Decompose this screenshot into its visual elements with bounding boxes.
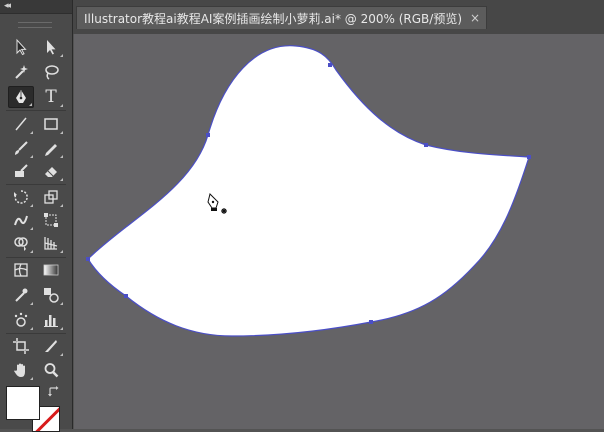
- mesh-tool[interactable]: [8, 259, 34, 281]
- shape-builder-icon: [14, 237, 28, 251]
- blob-brush-tool[interactable]: [8, 160, 34, 182]
- artboard-tool[interactable]: [8, 335, 34, 357]
- type-icon: T: [45, 87, 57, 107]
- magic-wand-tool[interactable]: [8, 61, 34, 83]
- eraser-tool[interactable]: [38, 160, 64, 182]
- warp-tool[interactable]: [8, 209, 34, 231]
- artwork-layer: [86, 45, 531, 337]
- warp-icon: [14, 215, 28, 226]
- selection-tool[interactable]: [8, 36, 34, 58]
- gradient-icon: [43, 264, 59, 276]
- pencil-tool[interactable]: [38, 137, 64, 159]
- zoom-tool[interactable]: [38, 359, 64, 381]
- gradient-tool[interactable]: [38, 259, 64, 281]
- magic-wand-icon: [15, 65, 28, 79]
- pen-icon: [16, 90, 26, 103]
- slice-icon: [45, 340, 57, 352]
- paintbrush-icon: [15, 141, 28, 155]
- scale-icon: [44, 190, 58, 204]
- selection-arrow-icon: [16, 38, 27, 56]
- type-tool[interactable]: T: [38, 86, 64, 108]
- eraser-icon: [45, 167, 57, 177]
- symbol-sprayer-icon: [14, 312, 28, 327]
- direct-selection-tool[interactable]: [38, 36, 64, 58]
- blend-tool[interactable]: [38, 284, 64, 306]
- direct-selection-arrow-icon: [47, 40, 56, 55]
- paintbrush-tool[interactable]: [8, 137, 34, 159]
- eyedropper-tool[interactable]: [8, 284, 34, 306]
- artboard-icon: [13, 338, 29, 354]
- artboard-canvas[interactable]: [74, 34, 604, 429]
- pencil-icon: [45, 144, 57, 156]
- white-shape-path[interactable]: [87, 45, 530, 337]
- pen-tool[interactable]: [8, 86, 34, 108]
- rectangle-icon: [44, 118, 58, 130]
- lasso-tool[interactable]: [38, 61, 64, 83]
- line-icon: [15, 117, 27, 131]
- column-graph-tool[interactable]: [38, 309, 64, 331]
- collapse-panel-icon[interactable]: ◂◂: [4, 1, 11, 11]
- free-transform-tool[interactable]: [38, 209, 64, 231]
- perspective-grid-tool[interactable]: [38, 232, 64, 254]
- perspective-grid-icon: [44, 237, 58, 250]
- document-tab-title: Illustrator教程ai教程AI案例插画绘制小萝莉.ai* @ 200% …: [84, 11, 463, 26]
- line-segment-tool[interactable]: [8, 113, 34, 135]
- lasso-icon: [45, 65, 59, 80]
- tools-panel: ◂◂ T: [0, 0, 73, 432]
- panel-grip[interactable]: [18, 22, 52, 28]
- hand-icon: [14, 363, 25, 377]
- slice-tool[interactable]: [38, 335, 64, 357]
- rotate-icon: [14, 190, 28, 204]
- hand-tool[interactable]: [8, 359, 34, 381]
- scale-tool[interactable]: [38, 186, 64, 208]
- pen-add-anchor-cursor-icon: [207, 193, 227, 214]
- tab-close-icon[interactable]: ×: [470, 11, 480, 25]
- rectangle-tool[interactable]: [38, 113, 64, 135]
- tools-panel-header[interactable]: ◂◂: [0, 0, 72, 14]
- blob-brush-icon: [15, 164, 28, 177]
- rotate-tool[interactable]: [8, 186, 34, 208]
- shape-builder-tool[interactable]: [8, 232, 34, 254]
- fill-color-swatch[interactable]: [6, 386, 40, 420]
- blend-icon: [44, 288, 59, 303]
- mesh-icon: [14, 263, 28, 277]
- symbol-sprayer-tool[interactable]: [8, 309, 34, 331]
- zoom-icon: [44, 363, 59, 378]
- eyedropper-icon: [15, 288, 28, 302]
- free-transform-icon: [44, 213, 58, 227]
- swap-arrow-icon[interactable]: [47, 385, 61, 399]
- document-tab[interactable]: Illustrator教程ai教程AI案例插画绘制小萝莉.ai* @ 200% …: [76, 6, 487, 29]
- column-graph-icon: [44, 315, 58, 327]
